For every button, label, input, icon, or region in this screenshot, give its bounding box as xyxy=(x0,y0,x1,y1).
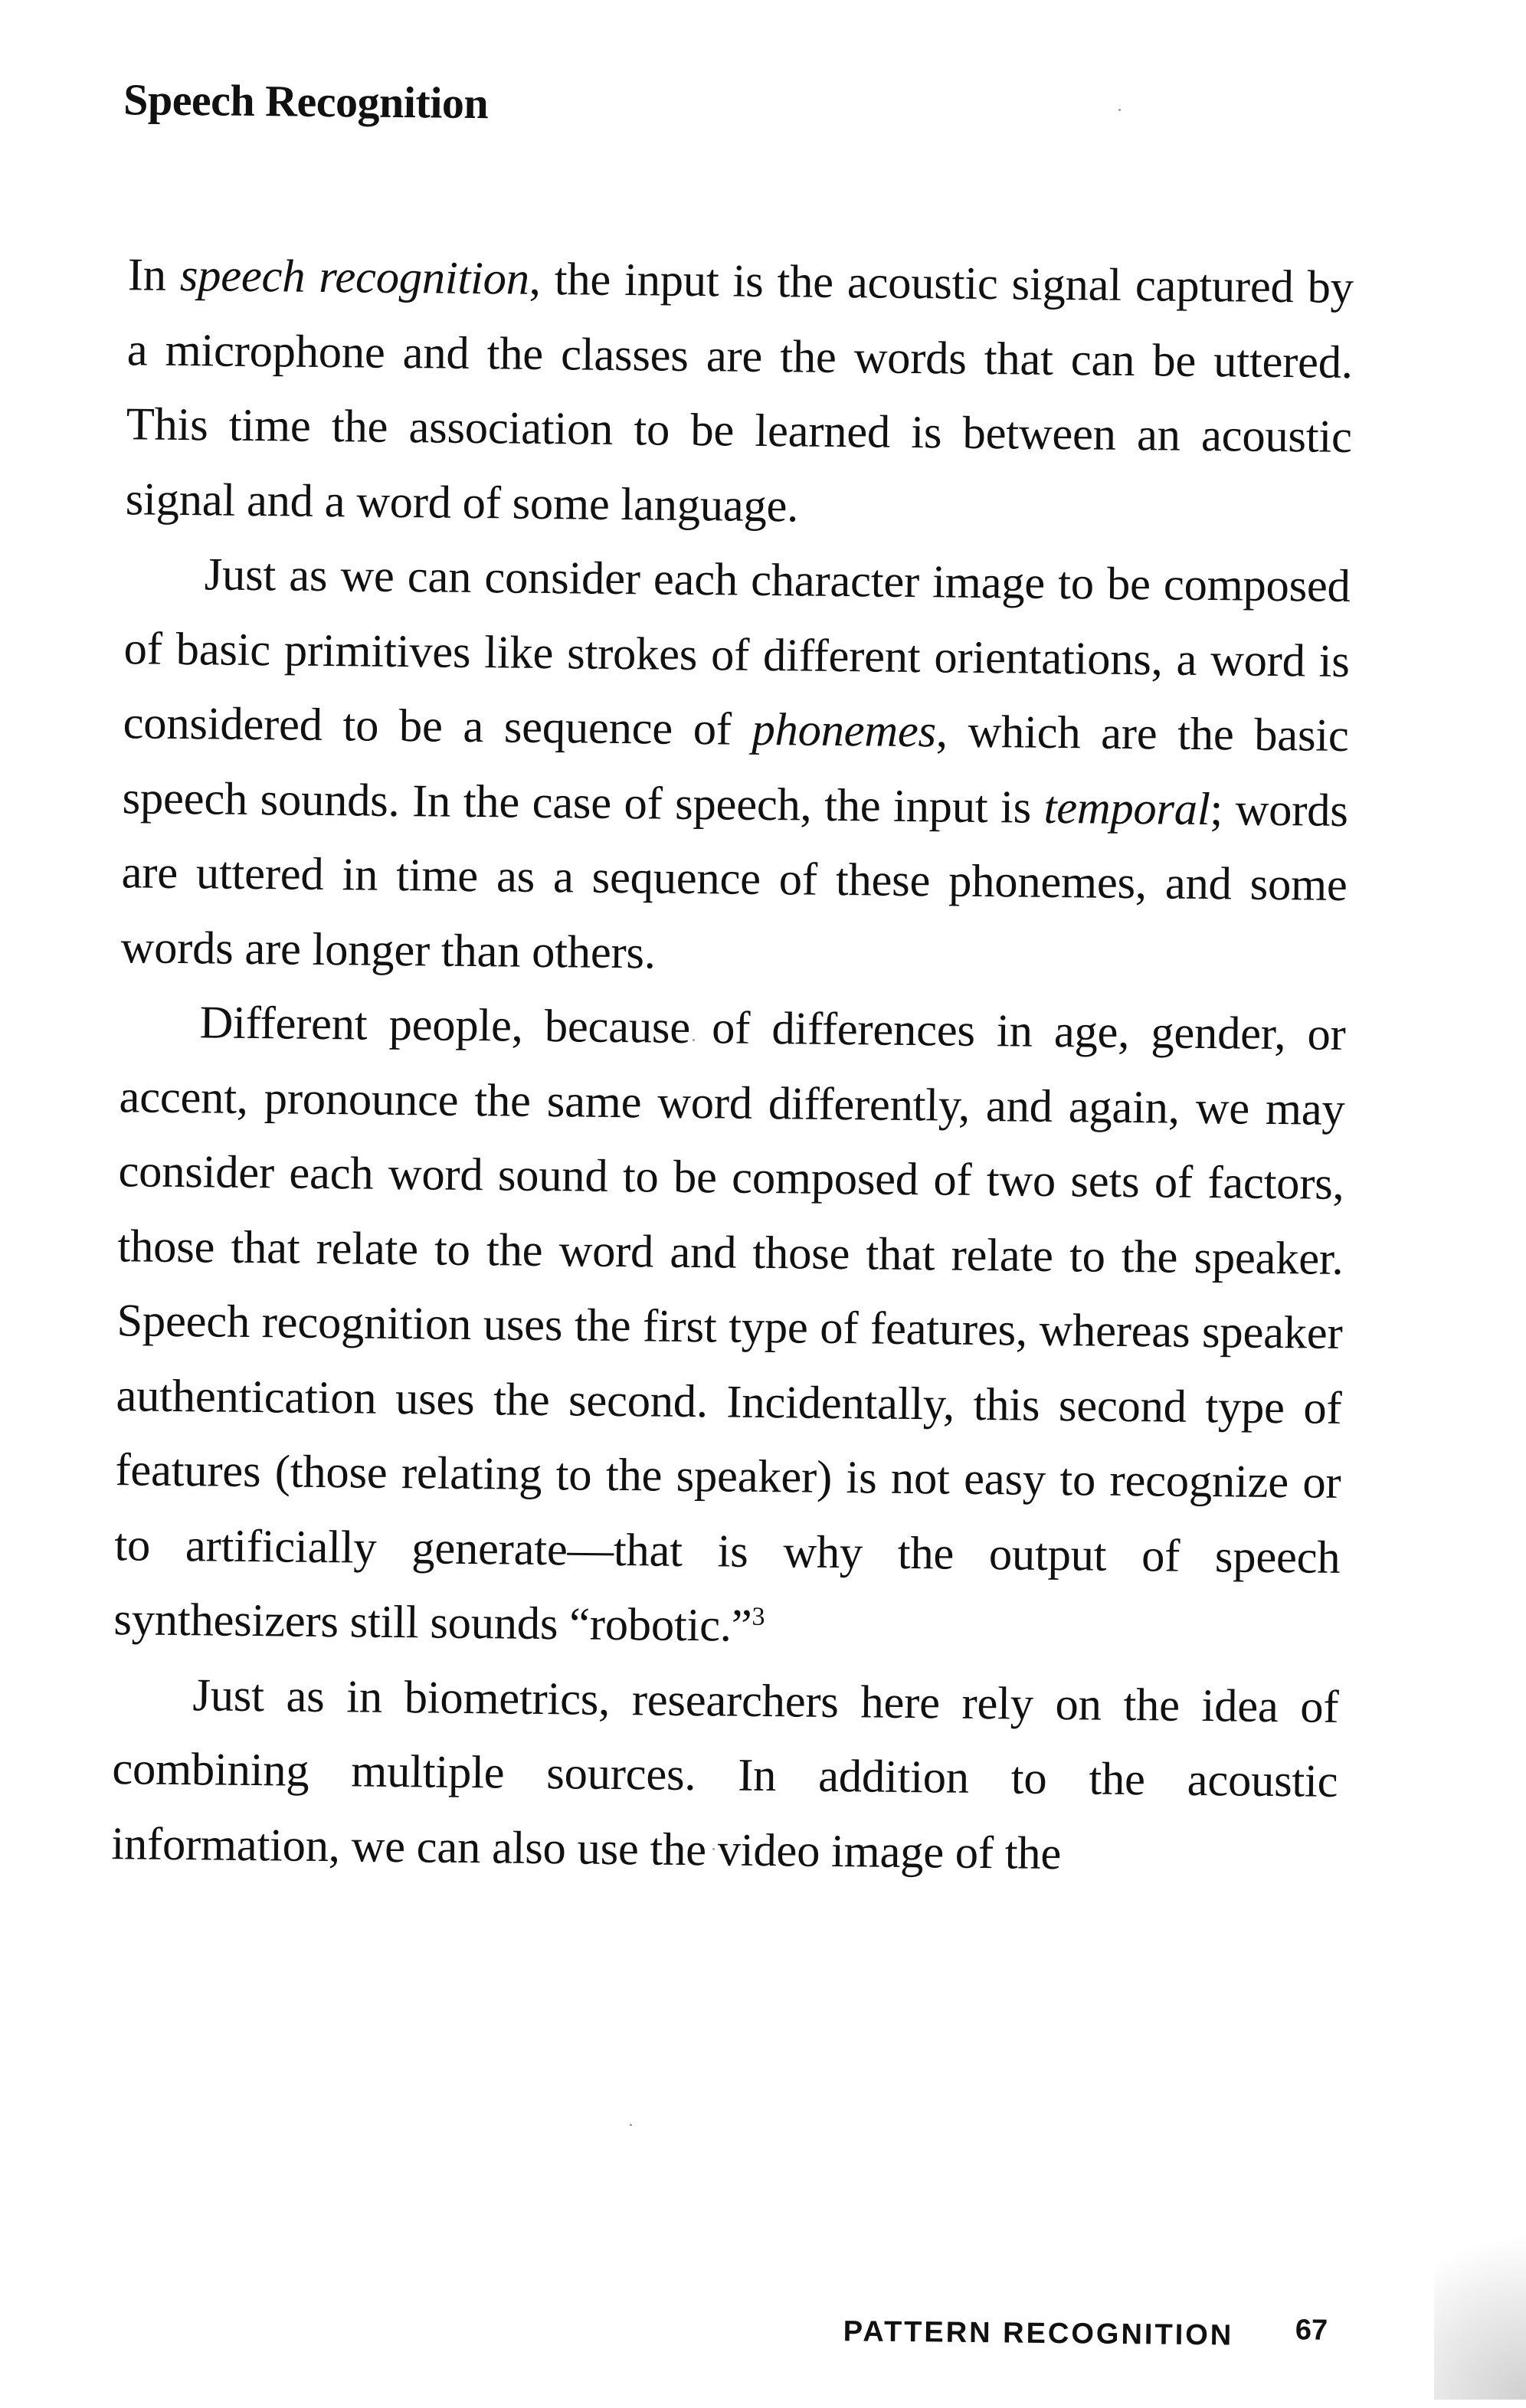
italic-term: phonemes xyxy=(752,703,937,758)
footnote-reference: 3 xyxy=(752,1602,765,1631)
scan-speck xyxy=(712,1848,715,1850)
scan-speck xyxy=(630,2124,632,2126)
text-run: Just as in biometrics, researchers here … xyxy=(111,1669,1339,1879)
text-run: In xyxy=(127,249,181,301)
paragraph: Just as in biometrics, researchers here … xyxy=(111,1657,1339,1894)
italic-term: temporal xyxy=(1043,781,1210,835)
text-run: Different people, because of differences… xyxy=(113,997,1346,1652)
body-text: In speech recognition, the input is the … xyxy=(111,238,1354,1894)
section-heading: Speech Recognition xyxy=(123,74,489,129)
scan-speck xyxy=(1118,109,1121,111)
italic-term: speech recognition xyxy=(179,249,530,305)
page-number: 67 xyxy=(1295,2314,1328,2347)
paragraph: In speech recognition, the input is the … xyxy=(125,238,1354,549)
book-page: Speech Recognition In speech recognition… xyxy=(0,0,1526,2408)
scan-speck xyxy=(693,1039,695,1041)
paragraph: Different people, because of differences… xyxy=(113,984,1346,1669)
running-footer-title: PATTERN RECOGNITION xyxy=(843,2315,1234,2352)
paragraph: Just as we can consider each character i… xyxy=(120,536,1351,998)
scan-edge-grain xyxy=(1434,2200,1526,2400)
